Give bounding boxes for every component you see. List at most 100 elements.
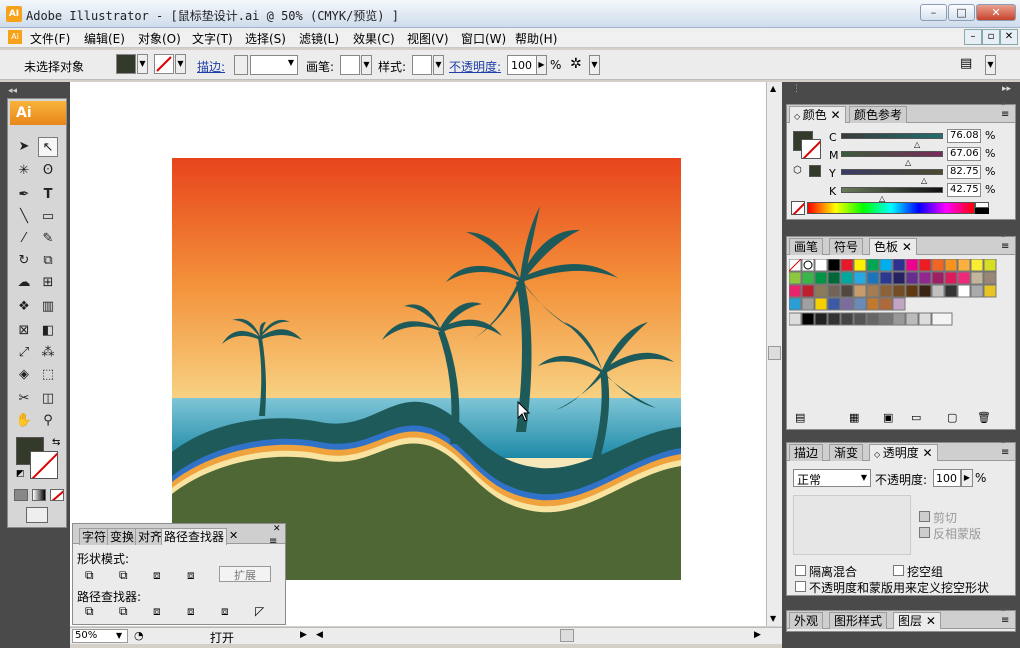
scroll-down-icon[interactable]: ▼ bbox=[770, 614, 776, 623]
panel-collapse-icon[interactable]: » bbox=[1001, 99, 1007, 109]
tab-swatches[interactable]: 色板 ✕ bbox=[869, 238, 917, 255]
transparency-panel-menu-icon[interactable]: ≡ bbox=[1001, 447, 1009, 458]
color-spectrum-bar[interactable] bbox=[807, 202, 975, 214]
status-menu-icon[interactable]: ◔ bbox=[134, 629, 144, 642]
menu-view[interactable]: 视图(V) bbox=[407, 30, 449, 47]
zoom-tool-icon[interactable]: ⚲ bbox=[38, 411, 58, 431]
tab-appearance[interactable]: 外观 bbox=[789, 612, 824, 629]
graph-tool-icon[interactable]: ▥ bbox=[38, 297, 58, 317]
recolor-icon[interactable]: ✲ bbox=[570, 56, 588, 74]
line-tool-icon[interactable]: ╲ bbox=[14, 207, 34, 227]
tab-color[interactable]: ◇ 颜色 ✕ bbox=[789, 106, 846, 123]
symbol-sprayer-tool-icon[interactable]: ❖ bbox=[14, 297, 34, 317]
vertical-scroll-thumb[interactable] bbox=[768, 346, 781, 360]
channel-m-thumb[interactable]: △ bbox=[905, 158, 911, 167]
scroll-up-icon[interactable]: ▲ bbox=[770, 84, 776, 93]
pencil-tool-icon[interactable]: ✎ bbox=[38, 229, 58, 249]
blend-tool-icon[interactable]: ⁂ bbox=[38, 343, 58, 363]
show-swatch-kinds-icon[interactable]: ▦ bbox=[849, 411, 859, 424]
stroke-label[interactable]: 描边: bbox=[197, 58, 225, 75]
menu-window[interactable]: 窗口(W) bbox=[461, 30, 506, 47]
tab-layers[interactable]: 图层 ✕ bbox=[893, 612, 941, 629]
style-dropdown[interactable]: ▼ bbox=[433, 55, 444, 75]
swap-colors-icon[interactable]: ⇆ bbox=[52, 437, 60, 448]
channel-c-slider[interactable] bbox=[841, 133, 943, 139]
mesh-tool-icon[interactable]: ⊠ bbox=[14, 321, 34, 341]
dock-grip-icon[interactable]: ⋮ bbox=[792, 84, 801, 94]
doc-restore-button[interactable]: ▫ bbox=[982, 29, 1000, 45]
fill-dropdown[interactable]: ▼ bbox=[137, 54, 148, 74]
channel-y-thumb[interactable]: △ bbox=[921, 176, 927, 185]
default-colors-icon[interactable]: ◩ bbox=[16, 469, 25, 479]
recolor-dropdown[interactable]: ▼ bbox=[589, 55, 600, 75]
doc-setup-icon[interactable]: ▤ bbox=[960, 56, 982, 74]
color-mode-icon[interactable] bbox=[14, 489, 28, 501]
doc-minimize-button[interactable]: – bbox=[964, 29, 982, 45]
close-button[interactable]: ✕ bbox=[976, 4, 1016, 21]
tab-character[interactable]: 字符 bbox=[79, 528, 110, 545]
menu-select[interactable]: 选择(S) bbox=[245, 30, 286, 47]
new-swatch-icon[interactable]: ▢ bbox=[947, 411, 957, 424]
black-swatch[interactable] bbox=[975, 208, 989, 214]
tab-gradient[interactable]: 渐变 bbox=[829, 444, 864, 461]
magic-wand-tool-icon[interactable]: ✳ bbox=[14, 161, 34, 181]
mask-shape-checkbox[interactable] bbox=[795, 581, 806, 592]
new-color-group-icon[interactable]: ▭ bbox=[911, 411, 921, 424]
channel-k-value[interactable]: 42.75 bbox=[947, 183, 981, 197]
menu-type[interactable]: 文字(T) bbox=[192, 30, 233, 47]
minus-front-icon[interactable]: ⧉ bbox=[119, 568, 128, 583]
rectangle-tool-icon[interactable]: ▭ bbox=[38, 207, 58, 227]
channel-y-value[interactable]: 82.75 bbox=[947, 165, 981, 179]
expand-button[interactable]: 扩展 bbox=[219, 566, 271, 582]
opacity-mask-thumbnail[interactable] bbox=[793, 495, 911, 555]
channel-m-value[interactable]: 67.06 bbox=[947, 147, 981, 161]
gradient-mode-icon[interactable] bbox=[32, 489, 46, 501]
swatch-grid[interactable] bbox=[789, 259, 999, 333]
minus-back-icon[interactable]: ◸ bbox=[255, 604, 264, 618]
fill-color-box[interactable] bbox=[116, 54, 136, 74]
isolate-blending-checkbox[interactable] bbox=[795, 565, 806, 576]
opacity-label[interactable]: 不透明度: bbox=[449, 58, 501, 75]
divide-icon[interactable]: ⧉ bbox=[85, 604, 94, 619]
gradient-tool-icon[interactable]: ◧ bbox=[38, 321, 58, 341]
eraser-tool-icon[interactable]: ◫ bbox=[38, 389, 58, 409]
tab-symbols[interactable]: 符号 bbox=[829, 238, 864, 255]
style-box[interactable] bbox=[412, 55, 432, 75]
swatch-library-icon[interactable]: ▤ bbox=[795, 411, 805, 424]
stroke-dropdown[interactable]: ▼ bbox=[175, 54, 186, 74]
tab-transform[interactable]: 变换 bbox=[107, 528, 138, 545]
panel-collapse-icon[interactable]: » bbox=[1001, 605, 1007, 615]
swatch-options-icon[interactable]: ▣ bbox=[883, 411, 893, 424]
stroke-weight-input[interactable]: ▼ bbox=[250, 55, 298, 75]
menu-effect[interactable]: 效果(C) bbox=[353, 30, 395, 47]
stroke-weight-stepper[interactable] bbox=[234, 55, 248, 75]
web-safe-swatch[interactable] bbox=[809, 165, 821, 177]
selection-tool-icon[interactable]: ➤ bbox=[14, 137, 34, 157]
clip-checkbox[interactable] bbox=[919, 511, 930, 522]
warp-tool-icon[interactable]: ☁ bbox=[14, 273, 34, 293]
tab-graphic-styles[interactable]: 图形样式 bbox=[829, 612, 888, 629]
direct-selection-tool-icon[interactable]: ↖ bbox=[38, 137, 58, 157]
free-transform-tool-icon[interactable]: ⊞ bbox=[38, 273, 58, 293]
pen-tool-icon[interactable]: ✒ bbox=[14, 185, 34, 205]
status-arrow-icon[interactable]: ▶ bbox=[300, 630, 307, 640]
collapse-arrows-icon[interactable]: ◂◂ bbox=[8, 86, 17, 96]
swatches-panel-menu-icon[interactable]: ≡ bbox=[1001, 241, 1009, 252]
brush-box[interactable] bbox=[340, 55, 360, 75]
scroll-right-icon[interactable]: ▶ bbox=[754, 630, 761, 640]
panel-close-icon[interactable]: ✕ bbox=[273, 524, 281, 534]
menu-object[interactable]: 对象(O) bbox=[138, 30, 181, 47]
doc-close-button[interactable]: ✕ bbox=[1000, 29, 1018, 45]
opacity-arrow[interactable]: ▶ bbox=[536, 55, 547, 75]
merge-icon[interactable]: ⧈ bbox=[153, 604, 161, 619]
none-mode-icon[interactable] bbox=[50, 489, 64, 501]
intersect-icon[interactable]: ⧈ bbox=[153, 568, 161, 583]
horizontal-scroll-thumb[interactable] bbox=[560, 629, 574, 642]
stroke-swatch[interactable] bbox=[30, 451, 58, 479]
screen-mode-icon[interactable] bbox=[26, 507, 48, 523]
crop-icon[interactable]: ⧈ bbox=[187, 604, 195, 619]
panel-collapse-icon[interactable]: » bbox=[1001, 231, 1007, 241]
brush-dropdown[interactable]: ▼ bbox=[361, 55, 372, 75]
blend-mode-select[interactable]: 正常 ▼ bbox=[793, 469, 871, 487]
menu-filter[interactable]: 滤镜(L) bbox=[299, 30, 339, 47]
